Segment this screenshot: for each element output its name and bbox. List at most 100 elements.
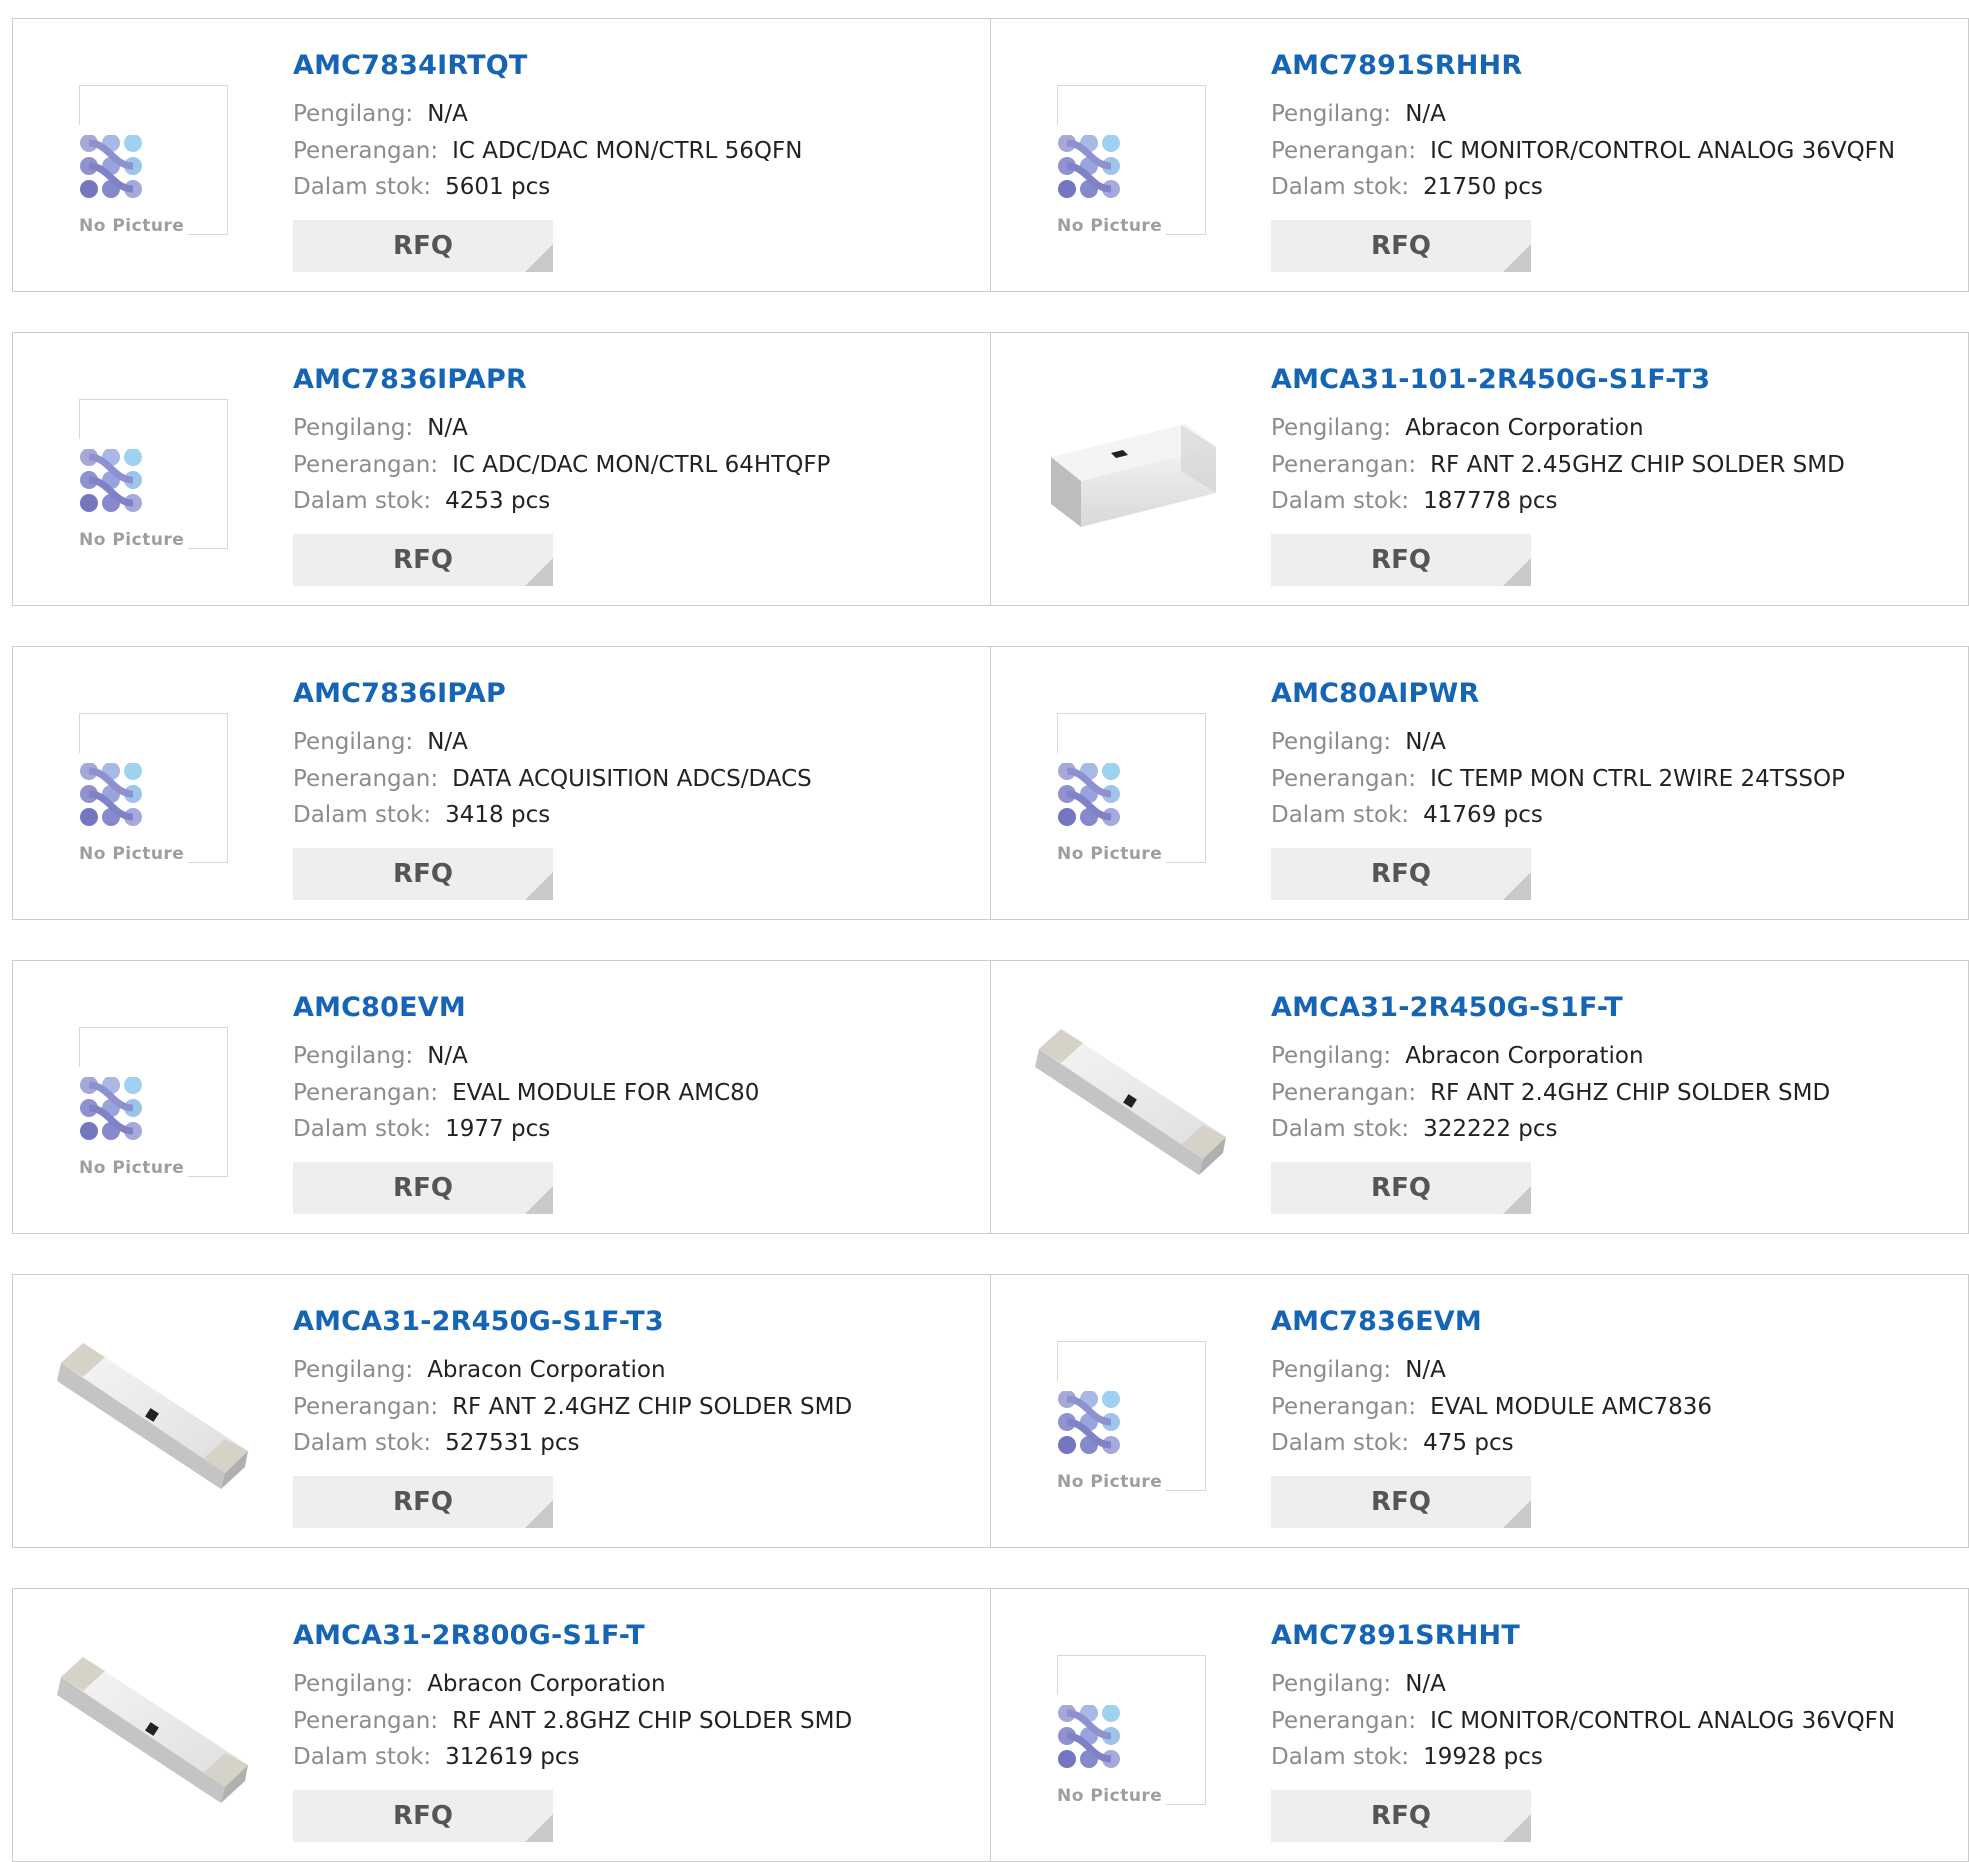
manufacturer-row: Pengilang: N/A	[293, 101, 468, 127]
description-row: Penerangan: RF ANT 2.8GHZ CHIP SOLDER SMD	[293, 1708, 852, 1734]
no-picture-caption: No Picture	[79, 216, 189, 236]
description-value: RF ANT 2.4GHZ CHIP SOLDER SMD	[1430, 1080, 1831, 1106]
description-value: IC TEMP MON CTRL 2WIRE 24TSSOP	[1430, 766, 1845, 792]
product-row: No Picture AMC7836IPAPR Pengilang: N/A Pener…	[12, 332, 1969, 606]
description-label: Penerangan:	[293, 1394, 439, 1420]
product-image[interactable]	[53, 1311, 253, 1511]
part-number-link[interactable]: AMC7836IPAPR	[293, 364, 527, 395]
description-row: Penerangan: IC ADC/DAC MON/CTRL 64HTQFP	[293, 452, 830, 478]
part-number-link[interactable]: AMCA31-101-2R450G-S1F-T3	[1271, 364, 1710, 395]
part-number-link[interactable]: AMCA31-2R800G-S1F-T	[293, 1620, 645, 1651]
stock-label: Dalam stok:	[1271, 802, 1410, 828]
product-card: AMCA31-2R450G-S1F-T3 Pengilang: Abracon Co…	[13, 1275, 990, 1547]
manufacturer-row: Pengilang: N/A	[1271, 101, 1446, 127]
stock-label: Dalam stok:	[1271, 488, 1410, 514]
product-row: AMCA31-2R800G-S1F-T Pengilang: Abracon Cor…	[12, 1588, 1969, 1862]
corner-triangle-icon	[1503, 1814, 1531, 1842]
product-grid: No Picture AMC7834IRTQT Pengilang: N/A Pener…	[0, 0, 1969, 1862]
product-card: No Picture AMC7834IRTQT Pengilang: N/A Pener…	[13, 19, 990, 291]
rfq-button[interactable]: RFQ	[293, 220, 553, 272]
stock-label: Dalam stok:	[293, 174, 432, 200]
no-picture-placeholder[interactable]: No Picture	[79, 399, 229, 550]
manufacturer-value: N/A	[427, 415, 468, 441]
part-number-link[interactable]: AMCA31-2R450G-S1F-T3	[293, 1306, 664, 1337]
description-row: Penerangan: DATA ACQUISITION ADCS/DACS	[293, 766, 812, 792]
part-number-link[interactable]: AMC7836IPAP	[293, 678, 506, 709]
stock-label: Dalam stok:	[1271, 1744, 1410, 1770]
description-value: RF ANT 2.45GHZ CHIP SOLDER SMD	[1430, 452, 1845, 478]
manufacturer-label: Pengilang:	[1271, 101, 1392, 127]
no-picture-caption: No Picture	[79, 1158, 189, 1178]
manufacturer-row: Pengilang: N/A	[293, 415, 468, 441]
description-row: Penerangan: IC MONITOR/CONTROL ANALOG 36V…	[1271, 138, 1895, 164]
stock-label: Dalam stok:	[293, 1430, 432, 1456]
manufacturer-value: N/A	[1405, 101, 1446, 127]
corner-triangle-icon	[1503, 1186, 1531, 1214]
product-image[interactable]	[1031, 369, 1231, 569]
description-value: EVAL MODULE AMC7836	[1430, 1394, 1713, 1420]
description-row: Penerangan: IC MONITOR/CONTROL ANALOG 36V…	[1271, 1708, 1895, 1734]
rfq-label: RFQ	[393, 1801, 453, 1831]
manufacturer-row: Pengilang: N/A	[293, 729, 468, 755]
no-picture-placeholder[interactable]: No Picture	[1057, 713, 1207, 864]
product-row: AMCA31-2R450G-S1F-T3 Pengilang: Abracon Co…	[12, 1274, 1969, 1548]
description-label: Penerangan:	[1271, 766, 1417, 792]
rfq-button[interactable]: RFQ	[1271, 1790, 1531, 1842]
rfq-button[interactable]: RFQ	[293, 534, 553, 586]
rfq-button[interactable]: RFQ	[1271, 1476, 1531, 1528]
rfq-button[interactable]: RFQ	[1271, 1162, 1531, 1214]
part-number-link[interactable]: AMC7836EVM	[1271, 1306, 1482, 1337]
stock-label: Dalam stok:	[1271, 1430, 1410, 1456]
manufacturer-label: Pengilang:	[1271, 1043, 1392, 1069]
manufacturer-row: Pengilang: N/A	[1271, 1357, 1446, 1383]
corner-triangle-icon	[1503, 244, 1531, 272]
manufacturer-row: Pengilang: N/A	[1271, 1671, 1446, 1697]
stock-row: Dalam stok: 475 pcs	[1271, 1430, 1514, 1456]
part-number-link[interactable]: AMC80EVM	[293, 992, 466, 1023]
no-picture-placeholder[interactable]: No Picture	[1057, 85, 1207, 236]
rfq-button[interactable]: RFQ	[1271, 848, 1531, 900]
stock-value: 41769 pcs	[1423, 802, 1543, 828]
corner-triangle-icon	[1503, 558, 1531, 586]
part-number-link[interactable]: AMC7891SRHHR	[1271, 50, 1522, 81]
no-picture-caption: No Picture	[1057, 1472, 1167, 1492]
stock-row: Dalam stok: 21750 pcs	[1271, 174, 1543, 200]
manufacturer-row: Pengilang: Abracon Corporation	[293, 1357, 666, 1383]
rfq-button[interactable]: RFQ	[293, 848, 553, 900]
product-card: No Picture AMC80AIPWR Pengilang: N/A Peneran…	[991, 647, 1968, 919]
part-number-link[interactable]: AMC80AIPWR	[1271, 678, 1479, 709]
description-value: IC MONITOR/CONTROL ANALOG 36VQFN	[1430, 1708, 1896, 1734]
no-picture-placeholder[interactable]: No Picture	[1057, 1341, 1207, 1492]
product-image[interactable]	[1031, 997, 1231, 1197]
rfq-label: RFQ	[1371, 1173, 1431, 1203]
stock-row: Dalam stok: 527531 pcs	[293, 1430, 580, 1456]
no-picture-placeholder[interactable]: No Picture	[79, 1027, 229, 1178]
rfq-label: RFQ	[1371, 1487, 1431, 1517]
no-picture-caption: No Picture	[1057, 844, 1167, 864]
product-card: AMCA31-2R800G-S1F-T Pengilang: Abracon Cor…	[13, 1589, 990, 1861]
part-number-link[interactable]: AMC7891SRHHT	[1271, 1620, 1520, 1651]
rfq-button[interactable]: RFQ	[293, 1790, 553, 1842]
product-row: No Picture AMC7836IPAP Pengilang: N/A Penera…	[12, 646, 1969, 920]
manufacturer-label: Pengilang:	[1271, 729, 1392, 755]
manufacturer-label: Pengilang:	[293, 1043, 414, 1069]
part-number-link[interactable]: AMCA31-2R450G-S1F-T	[1271, 992, 1623, 1023]
description-value: IC ADC/DAC MON/CTRL 64HTQFP	[452, 452, 831, 478]
rfq-button[interactable]: RFQ	[293, 1476, 553, 1528]
stock-label: Dalam stok:	[1271, 1116, 1410, 1142]
rfq-label: RFQ	[1371, 1801, 1431, 1831]
rfq-button[interactable]: RFQ	[1271, 534, 1531, 586]
no-picture-placeholder[interactable]: No Picture	[1057, 1655, 1207, 1806]
product-card: No Picture AMC7836IPAPR Pengilang: N/A Pener…	[13, 333, 990, 605]
no-picture-placeholder[interactable]: No Picture	[79, 713, 229, 864]
corner-triangle-icon	[1503, 872, 1531, 900]
product-image[interactable]	[53, 1625, 253, 1825]
no-picture-placeholder[interactable]: No Picture	[79, 85, 229, 236]
description-row: Penerangan: RF ANT 2.4GHZ CHIP SOLDER SMD	[1271, 1080, 1830, 1106]
description-label: Penerangan:	[293, 138, 439, 164]
rfq-button[interactable]: RFQ	[293, 1162, 553, 1214]
rfq-label: RFQ	[393, 859, 453, 889]
corner-triangle-icon	[525, 1814, 553, 1842]
part-number-link[interactable]: AMC7834IRTQT	[293, 50, 528, 81]
rfq-button[interactable]: RFQ	[1271, 220, 1531, 272]
